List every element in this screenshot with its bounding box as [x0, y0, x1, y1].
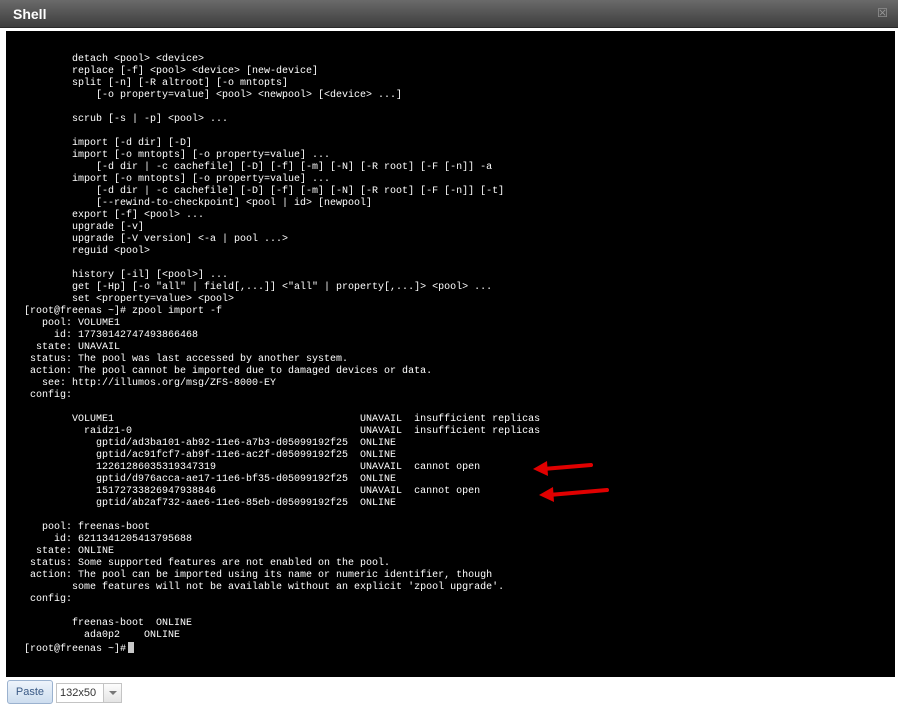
terminal-size-value: 132x50	[60, 687, 97, 699]
red-arrow-icon	[533, 461, 593, 476]
terminal-output: detach <pool> <device> replace [-f] <poo…	[24, 54, 540, 656]
terminal-text: detach <pool> <device> replace [-f] <poo…	[24, 54, 541, 655]
terminal-cursor	[128, 642, 135, 653]
red-arrow-icon	[539, 487, 609, 502]
chevron-down-icon[interactable]	[103, 684, 121, 702]
shell-toolbar: Paste 132x50	[0, 680, 898, 708]
shell-frame: detach <pool> <device> replace [-f] <poo…	[0, 28, 898, 680]
window-title: Shell	[13, 6, 47, 22]
close-icon[interactable]: ☒	[876, 7, 889, 20]
terminal-size-select[interactable]: 132x50	[56, 683, 122, 703]
window-titlebar: Shell ☒	[0, 0, 898, 28]
paste-button[interactable]: Paste	[7, 680, 53, 704]
terminal-screen[interactable]: detach <pool> <device> replace [-f] <poo…	[6, 31, 895, 677]
